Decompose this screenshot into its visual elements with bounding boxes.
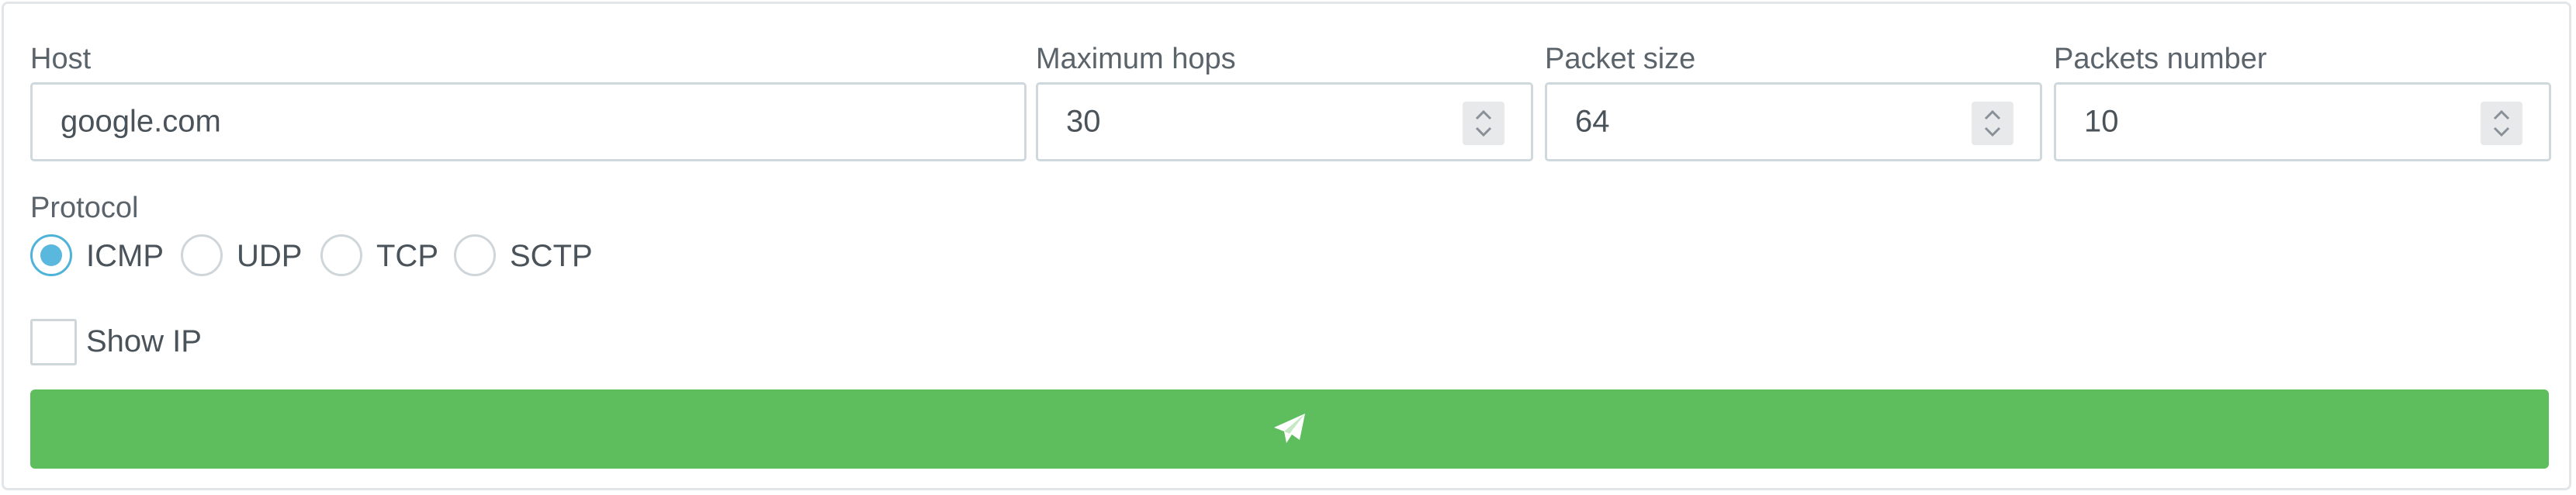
- protocol-option-label: SCTP: [510, 239, 593, 273]
- packets-number-input-value: 10: [2084, 104, 2119, 139]
- packets-number-label: Packets number: [2054, 43, 2267, 75]
- chevron-up-down-icon: [1984, 109, 2001, 137]
- radio-dot: [40, 244, 62, 266]
- traceroute-form-panel: Host google.com Maximum hops 30 Packet s…: [2, 2, 2571, 490]
- protocol-option-icmp[interactable]: ICMP: [30, 234, 164, 281]
- submit-button[interactable]: [30, 389, 2549, 469]
- packets-number-stepper[interactable]: [2481, 102, 2522, 145]
- packet-size-input[interactable]: 64: [1545, 82, 2042, 161]
- radio-button[interactable]: [454, 234, 496, 276]
- protocol-option-udp[interactable]: UDP: [181, 234, 305, 281]
- paper-plane-icon: [1274, 414, 1305, 443]
- chevron-up-down-icon: [1475, 109, 1492, 137]
- protocol-option-tcp[interactable]: TCP: [320, 234, 438, 281]
- chevron-up-down-icon: [2493, 109, 2510, 137]
- packets-number-input[interactable]: 10: [2054, 82, 2551, 161]
- radio-button-checked[interactable]: [30, 234, 72, 276]
- radio-button[interactable]: [181, 234, 223, 276]
- protocol-option-label: UDP: [237, 239, 303, 273]
- protocol-option-label: ICMP: [86, 239, 164, 273]
- host-input-value: google.com: [61, 104, 221, 139]
- show-ip-label: Show IP: [86, 324, 202, 358]
- show-ip-checkbox[interactable]: [30, 319, 77, 365]
- packet-size-input-value: 64: [1575, 104, 1610, 139]
- radio-button[interactable]: [320, 234, 362, 276]
- max-hops-label: Maximum hops: [1036, 43, 1236, 75]
- packet-size-stepper[interactable]: [1972, 102, 2013, 145]
- protocol-option-label: TCP: [376, 239, 438, 273]
- protocol-label: Protocol: [30, 192, 139, 224]
- max-hops-input-value: 30: [1066, 104, 1101, 139]
- host-input[interactable]: google.com: [30, 82, 1027, 161]
- packet-size-label: Packet size: [1545, 43, 1696, 75]
- max-hops-input[interactable]: 30: [1036, 82, 1533, 161]
- max-hops-stepper[interactable]: [1463, 102, 1504, 145]
- protocol-option-sctp[interactable]: SCTP: [454, 234, 593, 281]
- host-label: Host: [30, 43, 92, 75]
